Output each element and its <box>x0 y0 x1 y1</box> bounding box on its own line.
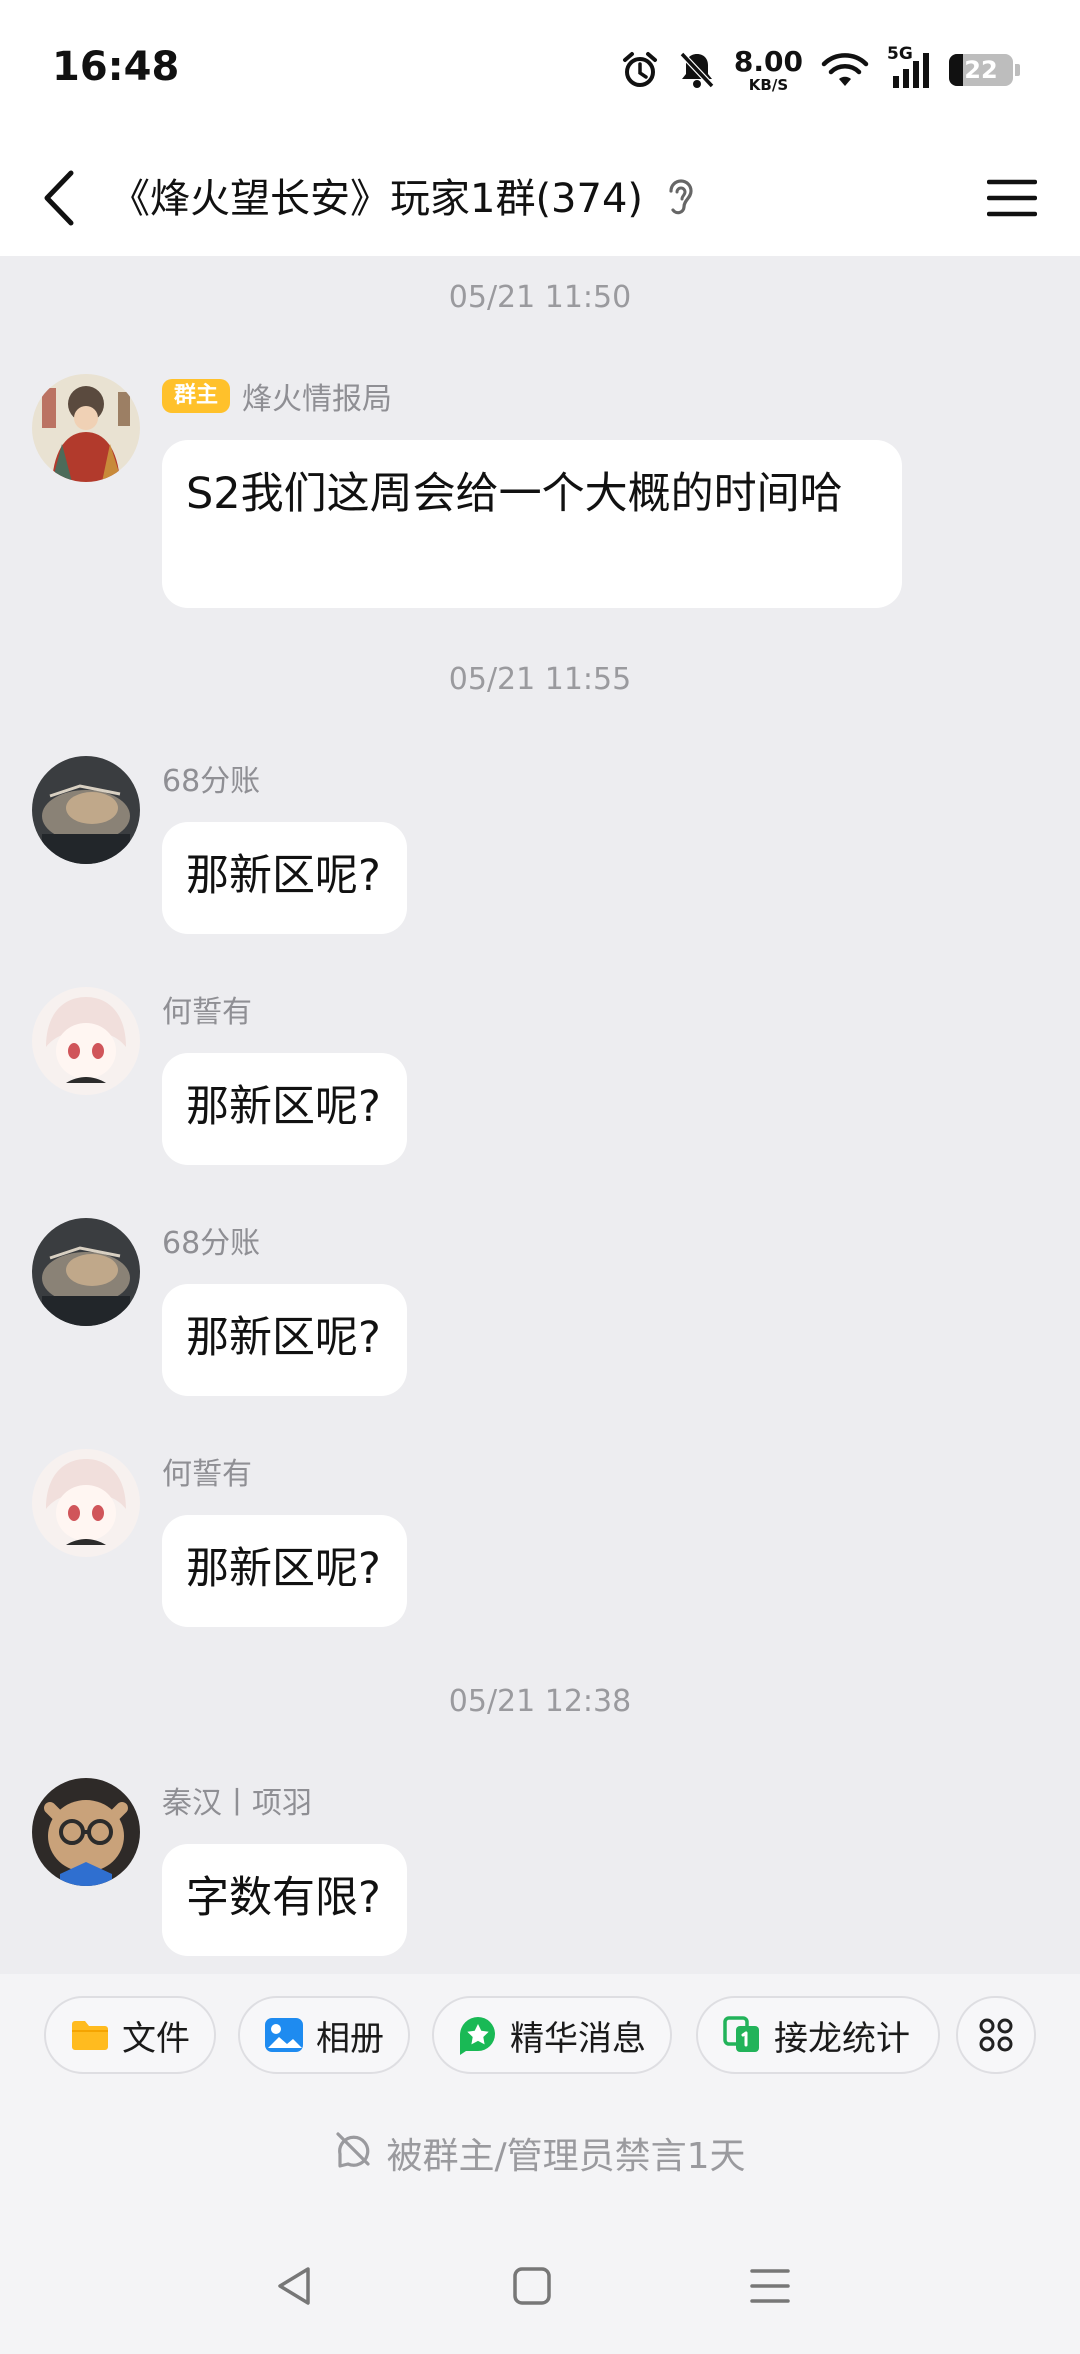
muted-notice: 被群主/管理员禁言1天 <box>0 2098 1080 2208</box>
net-speed-value: 8.00 <box>733 44 803 78</box>
ear-icon[interactable] <box>666 170 706 226</box>
sender-line: 何誓有 <box>162 987 252 1031</box>
avatar[interactable] <box>32 374 140 482</box>
avatar[interactable] <box>32 987 140 1095</box>
sender-line: 秦汉丨项羽 <box>162 1778 312 1822</box>
message-text: 那新区呢? <box>186 1313 381 1363</box>
status-time: 16:48 <box>52 44 180 90</box>
avatar[interactable] <box>32 1449 140 1557</box>
sender-line: 何誓有 <box>162 1449 252 1493</box>
sender-name[interactable]: 68分账 <box>162 756 260 800</box>
message-bubble[interactable]: 那新区呢? <box>162 1284 407 1396</box>
message-bubble[interactable]: 那新区呢? <box>162 1053 407 1165</box>
message-bubble[interactable]: 字数有限? <box>162 1844 407 1956</box>
owner-badge: 群主 <box>162 379 231 413</box>
message-text: 那新区呢? <box>186 1544 381 1594</box>
battery-tip <box>1015 64 1020 76</box>
grid-icon <box>979 2018 1013 2052</box>
muted-text: 被群主/管理员禁言1天 <box>386 2136 746 2177</box>
message-text: 字数有限? <box>186 1873 381 1923</box>
nav-home-button[interactable] <box>502 2256 562 2316</box>
mute-bell-icon <box>678 50 716 90</box>
avatar[interactable] <box>32 1218 140 1326</box>
muted-icon <box>334 2130 372 2177</box>
message-bubble[interactable]: 那新区呢? <box>162 1515 407 1627</box>
group-title[interactable]: 《烽火望长安》玩家1群(374) <box>110 166 643 224</box>
battery-icon: 22 <box>949 54 1013 86</box>
chat-header: 《烽火望长安》玩家1群(374) <box>0 140 1080 256</box>
square-home-icon <box>513 2267 551 2305</box>
timestamp: 05/21 11:55 <box>448 662 632 697</box>
sender-name[interactable]: 烽火情报局 <box>242 374 392 418</box>
sender-line: 68分账 <box>162 756 260 800</box>
chevron-left-icon <box>44 170 74 226</box>
alarm-icon <box>620 50 660 90</box>
sender-name[interactable]: 秦汉丨项羽 <box>162 1778 312 1822</box>
sender-name[interactable]: 何誓有 <box>162 987 252 1031</box>
star-icon <box>458 2015 498 2055</box>
sender-name[interactable]: 68分账 <box>162 1218 260 1262</box>
status-icons: 8.00 KB/S 5G 22 <box>620 44 1020 94</box>
files-button[interactable]: 文件 <box>44 1996 216 2074</box>
menu-recents-icon <box>750 2269 790 2303</box>
chat-area[interactable]: 05/21 11:50 群主 烽火情报局 S2我们这周会给一个大概的时间哈 05… <box>0 256 1080 1974</box>
status-bar: 16:48 8.00 KB/S 5G 22 <box>0 0 1080 140</box>
sender-line: 群主 烽火情报局 <box>162 374 392 418</box>
system-nav-bar <box>0 2208 1080 2354</box>
album-icon <box>264 2015 304 2055</box>
sender-line: 68分账 <box>162 1218 260 1262</box>
message-text: 那新区呢? <box>186 851 381 901</box>
files-label: 文件 <box>122 2018 190 2059</box>
timestamp: 05/21 11:50 <box>448 280 632 315</box>
relay-stats-label: 接龙统计 <box>774 2018 910 2059</box>
timestamp: 05/21 12:38 <box>448 1684 632 1719</box>
relay-icon <box>722 2015 762 2055</box>
relay-stats-button[interactable]: 接龙统计 <box>696 1996 940 2074</box>
avatar[interactable] <box>32 756 140 864</box>
highlights-button[interactable]: 精华消息 <box>432 1996 672 2074</box>
sender-name[interactable]: 何誓有 <box>162 1449 252 1493</box>
more-tools-button[interactable] <box>956 1996 1036 2074</box>
highlights-label: 精华消息 <box>510 2018 646 2059</box>
triangle-back-icon <box>278 2267 310 2305</box>
hamburger-icon <box>987 179 1037 217</box>
album-label: 相册 <box>316 2018 384 2059</box>
net-speed: 8.00 KB/S <box>733 44 803 94</box>
nav-back-button[interactable] <box>264 2256 324 2316</box>
folder-icon <box>70 2015 110 2055</box>
menu-button[interactable] <box>982 168 1042 228</box>
net-speed-unit: KB/S <box>748 75 789 94</box>
nav-recents-button[interactable] <box>740 2256 800 2316</box>
quick-toolbar: 文件 相册 精华消息 接龙统计 <box>0 1974 1080 2098</box>
cellular-5g-icon: 5G <box>887 44 931 90</box>
avatar[interactable] <box>32 1778 140 1886</box>
back-button[interactable] <box>28 166 88 230</box>
message-bubble[interactable]: S2我们这周会给一个大概的时间哈 <box>162 440 902 608</box>
message-text: S2我们这周会给一个大概的时间哈 <box>186 469 843 519</box>
wifi-icon <box>821 50 869 90</box>
message-bubble[interactable]: 那新区呢? <box>162 822 407 934</box>
album-button[interactable]: 相册 <box>238 1996 410 2074</box>
battery-level: 22 <box>964 56 998 84</box>
message-text: 那新区呢? <box>186 1082 381 1132</box>
